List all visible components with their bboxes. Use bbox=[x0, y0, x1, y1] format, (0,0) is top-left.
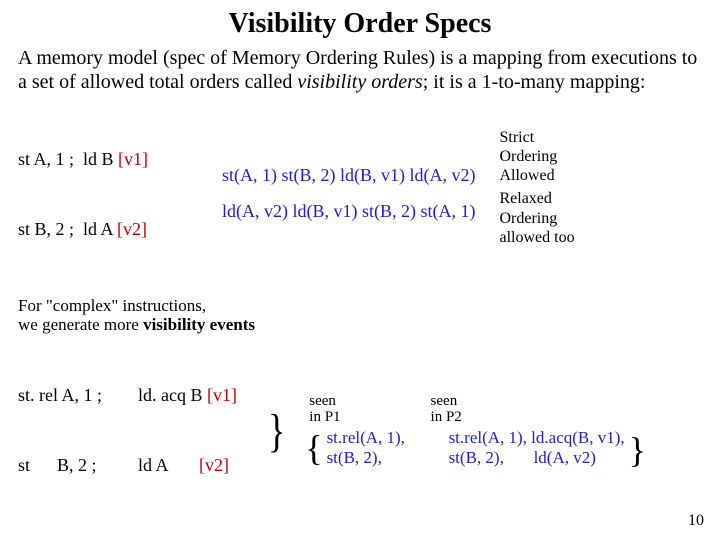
page-number: 10 bbox=[688, 512, 704, 530]
slide-title: Visibility Order Specs bbox=[18, 8, 702, 40]
intro-b: visibility orders bbox=[297, 71, 422, 93]
code-block-2-left: st. rel A, 1 ; st B, 2 ; bbox=[18, 337, 126, 524]
complex-note: For "complex" instructions, we generate … bbox=[18, 296, 702, 335]
c2r1a: ld. acq B bbox=[138, 385, 207, 405]
maps-to-brace-icon: } bbox=[264, 413, 289, 449]
c2r1b: [v1] bbox=[207, 385, 237, 405]
open-brace-icon: { bbox=[301, 430, 326, 466]
seen-p1: seen in P1 bbox=[309, 393, 340, 426]
code-block-1: st A, 1 ; ld B [v1] st B, 2 ; ld A [v2] bbox=[18, 101, 198, 288]
pair-p1: st.rel(A, 1), st(B, 2), bbox=[327, 428, 437, 469]
complex-b: visibility events bbox=[143, 315, 255, 334]
orders-block: st(A, 1) st(B, 2) ld(B, v1) ld(A, v2) ld… bbox=[222, 162, 475, 226]
c1l2a: st B, 2 ; ld A bbox=[18, 219, 117, 239]
c1l1a: st A, 1 ; ld B bbox=[18, 149, 118, 169]
c2l1: st. rel A, 1 ; bbox=[18, 384, 126, 407]
order-relaxed: ld(A, v2) ld(B, v1) st(B, 2) st(A, 1) bbox=[222, 198, 475, 226]
c1l1b: [v1] bbox=[118, 149, 148, 169]
pair-block: seen in P1 seen in P2 { st.rel(A, 1), st… bbox=[301, 393, 650, 469]
intro-paragraph: A memory model (spec of Memory Ordering … bbox=[18, 46, 702, 95]
c1l2b: [v2] bbox=[117, 219, 147, 239]
annot-relaxed: Relaxed Ordering allowed too bbox=[499, 189, 594, 247]
annot-strict: Strict Ordering Allowed bbox=[499, 128, 594, 186]
c2r2b: [v2] bbox=[199, 455, 229, 475]
c2l2: st B, 2 ; bbox=[18, 454, 126, 477]
seen-p2: seen in P2 bbox=[431, 393, 462, 426]
c2r2a: ld A bbox=[138, 455, 199, 475]
intro-c: ; it is a 1-to-many mapping: bbox=[423, 71, 646, 93]
code-block-2-right: ld. acq B [v1] ld A [v2] bbox=[138, 337, 252, 524]
order-strict: st(A, 1) st(B, 2) ld(B, v1) ld(A, v2) bbox=[222, 162, 475, 190]
pair-p2: st.rel(A, 1), ld.acq(B, v1), st(B, 2), l… bbox=[449, 428, 625, 469]
close-brace-icon: } bbox=[625, 432, 650, 468]
